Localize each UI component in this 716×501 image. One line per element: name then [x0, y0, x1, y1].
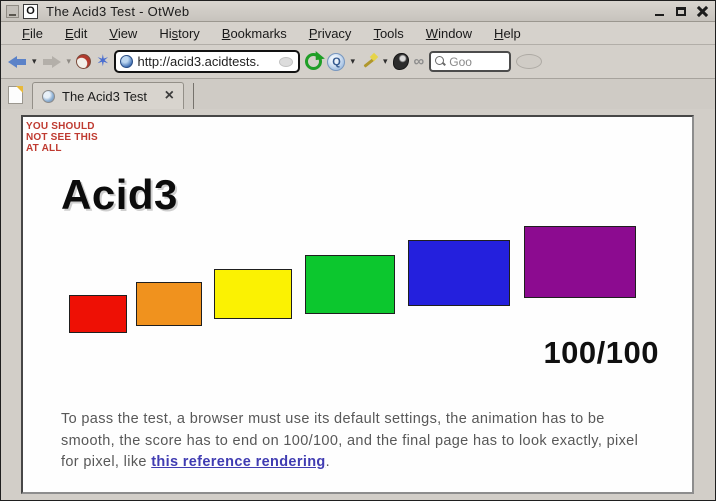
mascot-button[interactable]: [392, 49, 409, 75]
back-icon: [7, 55, 27, 68]
search-go-button[interactable]: [516, 54, 543, 69]
reload-button[interactable]: [76, 49, 92, 75]
close-icon: [696, 6, 707, 17]
forward-button[interactable]: [42, 49, 62, 75]
paragraph-text: To pass the test, a browser must use its…: [61, 411, 639, 470]
tab-close-icon[interactable]: ×: [165, 88, 174, 104]
forward-icon: [42, 55, 62, 68]
rect-green: [305, 255, 395, 314]
chevron-down-icon: ▾: [32, 56, 37, 66]
viewport-frame: YOU SHOULD NOT SEE THIS AT ALL Acid3 100…: [1, 109, 715, 500]
magic-wand-icon: [360, 52, 379, 71]
window-menu-button[interactable]: [6, 4, 19, 18]
star-icon: ✶: [96, 52, 110, 70]
page-title: Acid3: [61, 171, 178, 218]
back-button[interactable]: [7, 49, 27, 75]
new-tab-page-icon[interactable]: [8, 86, 23, 104]
tab-favicon-icon: [42, 89, 55, 103]
chevron-down-icon: ▾: [350, 56, 355, 66]
tab-acid3[interactable]: The Acid3 Test ×: [32, 82, 184, 109]
search-input[interactable]: [449, 54, 504, 69]
tab-bar: The Acid3 Test ×: [1, 79, 715, 109]
rect-red: [69, 295, 127, 333]
address-bar[interactable]: [114, 50, 301, 73]
url-input[interactable]: [137, 54, 276, 69]
wand-button[interactable]: [360, 49, 379, 75]
minimize-icon: [655, 13, 664, 16]
search-icon: [435, 56, 446, 67]
app-logo-icon: O: [23, 3, 38, 19]
close-button[interactable]: [693, 4, 710, 19]
test-description: To pass the test, a browser must use its…: [61, 409, 655, 474]
app-quick-button[interactable]: Q: [327, 49, 346, 75]
loop-button[interactable]: ∞: [414, 49, 425, 75]
menu-item-privacy[interactable]: Privacy: [298, 23, 363, 44]
app-quick-dropdown[interactable]: ▾: [350, 49, 355, 75]
globe-icon: [120, 55, 134, 68]
menu-item-edit[interactable]: Edit: [54, 23, 98, 44]
menubar: File Edit View History Bookmarks Privacy Tools…: [1, 22, 715, 45]
maximize-icon: [675, 6, 686, 16]
minimize-button[interactable]: [651, 4, 668, 19]
menu-item-help[interactable]: Help: [483, 23, 532, 44]
score-text: 100/100: [543, 335, 659, 370]
qi-app-icon: Q: [327, 52, 346, 71]
back-history-dropdown[interactable]: ▾: [32, 49, 37, 75]
menu-item-view[interactable]: View: [98, 23, 148, 44]
chevron-down-icon: ▾: [66, 56, 72, 66]
toolbar: ▾ ▾ ✶ Q ▾ ▾ ∞: [1, 45, 715, 79]
mascot-icon: [392, 53, 409, 70]
titlebar: O The Acid3 Test - OtWeb: [1, 1, 715, 22]
menu-item-bookmarks[interactable]: Bookmarks: [211, 23, 298, 44]
bookmark-star-button[interactable]: ✶: [96, 49, 109, 75]
go-refresh-icon: [305, 53, 323, 70]
reload-icon: [76, 54, 92, 69]
tab-label: The Acid3 Test: [62, 88, 148, 104]
menu-item-window[interactable]: Window: [415, 23, 483, 44]
menu-item-file[interactable]: File: [11, 23, 54, 44]
menu-item-history[interactable]: History: [148, 23, 210, 44]
window-title: The Acid3 Test - OtWeb: [46, 3, 190, 19]
go-button[interactable]: [305, 49, 323, 75]
chevron-down-icon: ▾: [383, 56, 388, 66]
menu-item-tools[interactable]: Tools: [362, 23, 414, 44]
reference-rendering-link[interactable]: this reference rendering: [151, 454, 325, 470]
acid3-page: YOU SHOULD NOT SEE THIS AT ALL Acid3 100…: [21, 115, 694, 494]
wand-dropdown[interactable]: ▾: [383, 49, 388, 75]
hidden-warning-text: YOU SHOULD NOT SEE THIS AT ALL: [26, 121, 98, 154]
browser-window: O The Acid3 Test - OtWeb File Edit View His…: [0, 0, 716, 501]
swirl-icon: ∞: [413, 53, 425, 70]
rect-blue: [408, 240, 510, 306]
forward-history-dropdown[interactable]: ▾: [67, 49, 72, 75]
maximize-button[interactable]: [672, 4, 689, 19]
tab-divider: [193, 83, 194, 109]
paragraph-period: .: [325, 454, 331, 470]
search-box[interactable]: [429, 51, 512, 72]
rect-purple: [524, 226, 636, 298]
rect-orange: [136, 282, 202, 326]
rect-yellow: [214, 269, 292, 319]
address-bar-badge: [279, 56, 294, 67]
